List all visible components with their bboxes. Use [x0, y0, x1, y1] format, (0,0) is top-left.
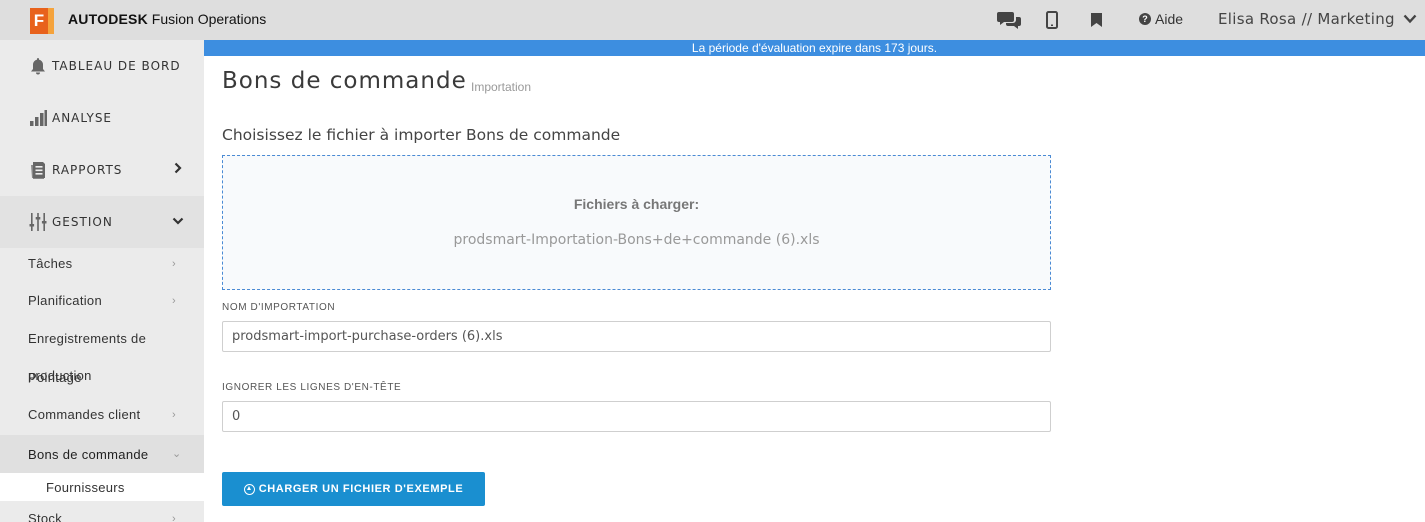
chevron-right-icon: › — [172, 409, 176, 421]
page-title: Bons de commande — [222, 68, 467, 94]
file-dropzone[interactable]: Fichiers à charger: prodsmart-Importatio… — [222, 155, 1051, 290]
chevron-down-icon — [1403, 14, 1417, 24]
sidebar-item-label: TABLEAU DE BORD — [52, 59, 181, 73]
chevron-down-icon: ⌄ — [172, 448, 182, 460]
choose-file-label: Choisissez le fichier à importer Bons de… — [222, 126, 621, 144]
sidebar-item-tableau-de-bord[interactable]: TABLEAU DE BORD — [0, 40, 204, 92]
sidebar-sub-label: Commandes client — [28, 407, 141, 422]
sidebar-item-gestion[interactable]: GESTION — [0, 196, 204, 248]
bookmark-icon[interactable] — [1088, 8, 1104, 32]
sidebar-sub-label: Planification — [28, 293, 102, 308]
fusion-logo[interactable]: F — [30, 8, 54, 34]
sidebar-sub-fournisseurs[interactable]: Fournisseurs — [0, 473, 204, 501]
chevron-right-icon: › — [172, 295, 176, 307]
bell-icon — [28, 56, 48, 76]
sidebar-sub-commandes-client[interactable]: Commandes client › — [0, 407, 204, 425]
brand-autodesk: AUTODESK — [68, 11, 148, 27]
ignore-header-label: IGNORER LES LIGNES D'EN-TÊTE — [222, 382, 402, 393]
dropzone-file-name: prodsmart-Importation-Bons+de+commande (… — [453, 232, 820, 248]
chevron-down-icon — [172, 217, 184, 225]
import-name-label: NOM D'IMPORTATION — [222, 302, 336, 313]
sidebar-sub-taches[interactable]: Tâches › — [0, 256, 204, 274]
sidebar-item-label: GESTION — [52, 215, 113, 229]
sidebar-item-label: RAPPORTS — [52, 163, 123, 177]
chat-icon[interactable] — [996, 8, 1022, 32]
brand-product: Fusion Operations — [151, 11, 267, 27]
sidebar-item-rapports[interactable]: RAPPORTS — [0, 144, 204, 196]
chevron-right-icon: › — [172, 258, 176, 270]
import-name-input[interactable]: prodsmart-import-purchase-orders (6).xls — [222, 321, 1051, 352]
chevron-right-icon: › — [172, 513, 176, 522]
load-sample-file-button[interactable]: CHARGER UN FICHIER D'EXEMPLE — [222, 472, 485, 506]
load-sample-file-label: CHARGER UN FICHIER D'EXEMPLE — [258, 483, 464, 495]
question-circle-icon: ? — [1139, 13, 1151, 25]
top-bar: F AUTODESK Fusion Operations ? Aide Elis… — [0, 0, 1425, 40]
user-label: Elisa Rosa // Marketing — [1218, 10, 1395, 28]
sidebar-sub-bons-de-commande[interactable]: Bons de commande ⌄ — [0, 435, 204, 473]
sidebar-sub-enregistrements[interactable]: Enregistrements de — [0, 331, 204, 349]
help-label: Aide — [1155, 11, 1184, 27]
bar-chart-icon — [28, 108, 48, 128]
sidebar-sub-label: Tâches — [28, 256, 73, 271]
sidebar: TABLEAU DE BORD ANALYSE RAPPORTS GESTION… — [0, 40, 204, 522]
sidebar-sub-production[interactable]: production Pointage — [0, 368, 204, 386]
trial-banner: La période d'évaluation expire dans 173 … — [204, 40, 1425, 56]
user-menu[interactable]: Elisa Rosa // Marketing — [1218, 10, 1417, 28]
sidebar-sub-label-pointage: Pointage — [28, 370, 82, 385]
sidebar-sub-planification[interactable]: Planification › — [0, 293, 204, 311]
sidebar-sub-label: Stock — [28, 511, 63, 522]
sidebar-sub-label: Enregistrements de — [28, 331, 147, 346]
sidebar-sub-stock[interactable]: Stock › — [0, 511, 204, 522]
brand-name[interactable]: AUTODESK Fusion Operations — [68, 11, 266, 27]
logo-letter: F — [33, 11, 45, 30]
dropzone-title: Fichiers à charger: — [573, 196, 700, 212]
upload-circle-icon — [243, 483, 255, 495]
sidebar-item-label: ANALYSE — [52, 111, 113, 125]
sidebar-item-analyse[interactable]: ANALYSE — [0, 92, 204, 144]
help-link[interactable]: ? Aide — [1139, 11, 1183, 27]
sidebar-sub-label: Bons de commande — [28, 446, 149, 462]
chevron-right-icon — [174, 162, 182, 174]
mobile-icon[interactable] — [1044, 8, 1060, 32]
page-subtitle: Importation — [471, 80, 532, 94]
report-icon — [28, 160, 48, 180]
sliders-icon — [28, 212, 48, 232]
sidebar-sub-label: Fournisseurs — [46, 479, 125, 495]
ignore-header-input[interactable]: 0 — [222, 401, 1051, 432]
